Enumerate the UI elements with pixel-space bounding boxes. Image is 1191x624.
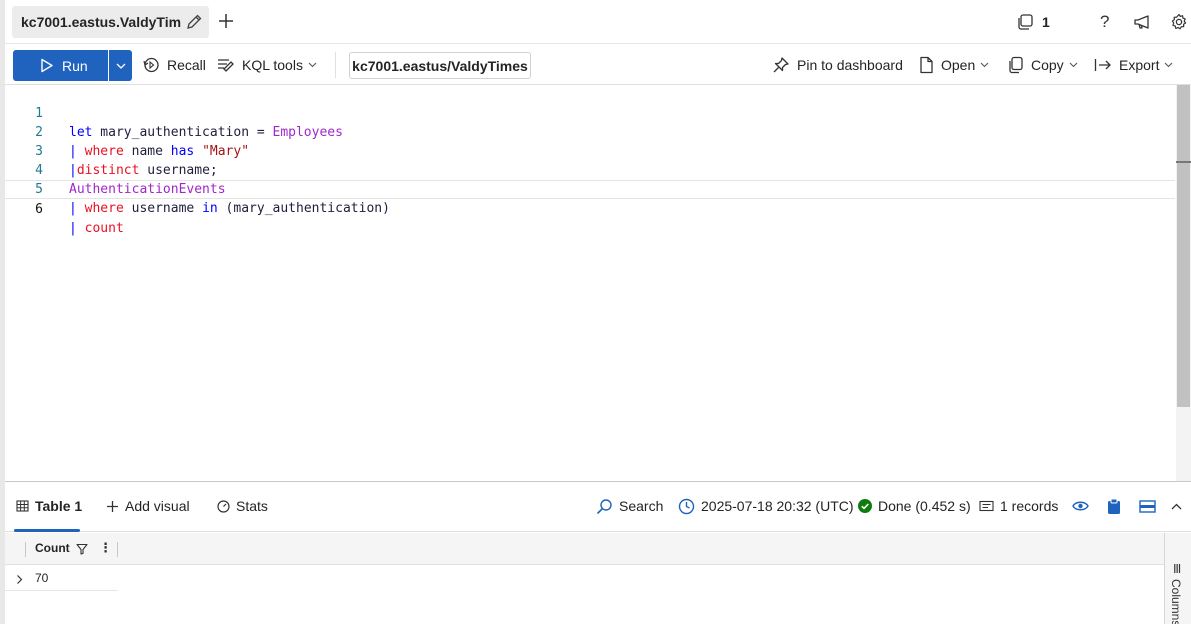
code-text: | count	[69, 221, 124, 236]
timestamp-text: 2025-07-18 20:32 (UTC)	[701, 498, 854, 514]
column-header-count[interactable]: Count	[35, 541, 70, 555]
chevron-down-icon	[980, 62, 989, 68]
status-text: Done (0.452 s)	[878, 498, 971, 514]
search-results-button[interactable]: Search	[596, 496, 663, 516]
copy-label: Copy	[1031, 57, 1064, 73]
table-icon	[16, 500, 29, 512]
open-queries-counter[interactable]: 1	[1016, 11, 1050, 33]
document-icon	[920, 56, 933, 74]
plus-icon	[107, 500, 118, 512]
query-tab[interactable]: kc7001.eastus.ValdyTim...	[12, 6, 209, 38]
export-menu[interactable]: Export	[1094, 54, 1173, 76]
search-icon	[596, 498, 612, 514]
tab-table-1[interactable]: Table 1	[16, 496, 82, 516]
pin-to-dashboard-button[interactable]: Pin to dashboard	[772, 54, 903, 76]
recall-label: Recall	[167, 57, 206, 73]
query-toolbar: Run Recall KQL tools kc7001.eastus/Valdy…	[5, 44, 1191, 85]
eye-icon[interactable]	[1072, 496, 1095, 516]
stats-label: Stats	[236, 498, 268, 514]
kql-tools-icon	[218, 59, 234, 72]
code-line[interactable]: 1 let mary_authentication = Employees	[5, 85, 1175, 140]
tab-table-1-label: Table 1	[35, 498, 83, 514]
copy-menu[interactable]: Copy	[1008, 54, 1078, 76]
query-tab-title: kc7001.eastus.ValdyTim...	[21, 14, 181, 30]
records-count: 1 records	[979, 496, 1058, 516]
chevron-right-icon[interactable]	[16, 572, 23, 588]
cursor-position-marker	[1176, 161, 1191, 163]
settings-gear-icon[interactable]	[1170, 11, 1188, 33]
active-tab-indicator	[14, 529, 80, 532]
query-tab-bar: kc7001.eastus.ValdyTim... 1 ?	[5, 0, 1191, 44]
add-tab-icon[interactable]	[216, 11, 236, 31]
add-visual-label: Add visual	[125, 498, 190, 514]
copy-icon	[1009, 56, 1023, 74]
pin-icon	[773, 57, 789, 73]
clock-icon	[678, 498, 695, 514]
column-menu-icon[interactable]: ⋮	[99, 540, 112, 556]
chevron-down-icon	[1165, 62, 1173, 68]
code-line-current[interactable]: 6 | count	[5, 180, 1175, 236]
cluster-database-selector[interactable]: kc7001.eastus/ValdyTimes	[349, 52, 531, 79]
query-editor[interactable]: 1 let mary_authentication = Employees 2 …	[5, 85, 1191, 481]
stats-gauge-icon	[217, 499, 230, 513]
column-divider	[25, 542, 26, 557]
chevron-down-icon	[116, 63, 125, 69]
code-line[interactable]: 4 AuthenticationEvents	[5, 142, 1175, 197]
success-check-icon	[858, 499, 872, 513]
export-arrow-icon	[1094, 59, 1111, 71]
run-button-label: Run	[62, 57, 88, 74]
column-divider	[117, 542, 118, 557]
code-line[interactable]: 2 | where name has "Mary"	[5, 104, 1175, 159]
open-label: Open	[941, 57, 976, 73]
editor-scrollbar-thumb[interactable]	[1177, 85, 1190, 407]
run-button[interactable]: Run	[13, 50, 108, 81]
split-view-icon[interactable]	[1139, 496, 1162, 516]
kql-tools-label: KQL tools	[242, 57, 303, 73]
search-label: Search	[619, 498, 664, 514]
filter-icon[interactable]	[76, 542, 88, 558]
kql-tools-menu[interactable]: KQL tools	[217, 54, 317, 76]
collapse-chevron-up-icon[interactable]	[1171, 496, 1188, 516]
open-menu[interactable]: Open	[919, 54, 989, 76]
clipboard-icon[interactable]	[1107, 496, 1127, 516]
records-icon	[979, 500, 994, 512]
help-icon[interactable]: ?	[1100, 11, 1109, 33]
run-options-dropdown[interactable]	[109, 50, 132, 81]
feedback-megaphone-icon[interactable]	[1133, 11, 1153, 33]
records-text: 1 records	[1000, 498, 1059, 514]
query-timestamp: 2025-07-18 20:32 (UTC)	[678, 496, 854, 516]
table-cell-count: 70	[35, 571, 49, 585]
copies-icon	[1018, 14, 1033, 30]
recall-history-icon	[143, 57, 159, 73]
edit-pencil-icon[interactable]	[185, 13, 203, 31]
toolbar-divider	[335, 52, 336, 78]
stats-tab[interactable]: Stats	[217, 496, 268, 516]
results-grid-header: Count ⋮	[5, 533, 1164, 565]
results-panel: Table 1 Add visual Stats Search 2025-07-…	[5, 481, 1191, 624]
export-label: Export	[1119, 57, 1160, 73]
play-icon	[41, 58, 53, 73]
open-queries-count: 1	[1042, 14, 1050, 30]
add-visual-button[interactable]: Add visual	[106, 496, 190, 516]
columns-label: Columns	[1169, 579, 1183, 624]
columns-side-panel[interactable]: Ⅲ Columns	[1164, 533, 1191, 624]
pin-label: Pin to dashboard	[797, 57, 903, 73]
chevron-down-icon	[1069, 62, 1078, 68]
code-line[interactable]: 3 |distinct username;	[5, 123, 1175, 178]
chevron-down-icon	[308, 62, 317, 68]
results-toolbar: Table 1 Add visual Stats Search 2025-07-…	[5, 482, 1191, 532]
code-line[interactable]: 5 | where username in (mary_authenticati…	[5, 161, 1175, 216]
query-status: Done (0.452 s)	[858, 496, 971, 516]
columns-icon: Ⅲ	[1173, 562, 1182, 576]
recall-button[interactable]: Recall	[142, 54, 206, 76]
editor-scrollbar[interactable]	[1176, 85, 1191, 481]
table-row[interactable]: 70	[5, 566, 118, 591]
code-text: | where username in (mary_authentication…	[69, 201, 390, 216]
line-number: 6	[35, 202, 43, 217]
